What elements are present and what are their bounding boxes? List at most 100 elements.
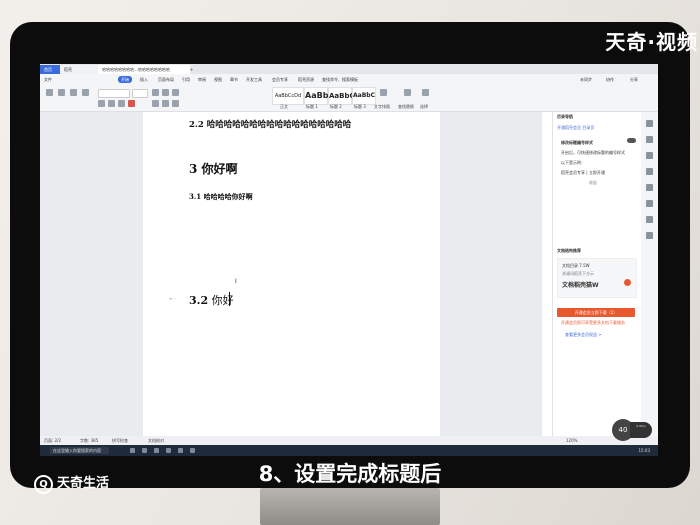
font-color-icon[interactable] — [128, 100, 135, 107]
recommend-card[interactable]: 文档目录 7.5W 关键词稻壳下方示 文档稻壳猫W — [557, 258, 637, 298]
menu-review[interactable]: 审阅 — [198, 74, 206, 85]
style-heading-3[interactable]: AaBbC — [352, 87, 376, 105]
heading-3-2-text: 你好 — [211, 294, 234, 307]
heading-3-1[interactable]: 3.1 哈哈哈哈你好啊 — [189, 192, 253, 202]
panel-link[interactable]: 开通稻壳会员 目录页 — [557, 125, 594, 131]
find-replace-label: 查找替换 — [398, 104, 414, 109]
download-button[interactable]: 开通会员立即下载（1） — [557, 308, 635, 317]
card-subtitle: 关键词稻壳下方示 — [562, 271, 594, 276]
ribbon: AaBbCcDd 正文 AaBb 标题 1 AaBbC 标题 2 AaBbC 标… — [40, 85, 658, 112]
edge-icon[interactable] — [142, 448, 147, 453]
text-icon[interactable] — [646, 232, 653, 239]
menu-member[interactable]: 会员专享 — [272, 74, 288, 85]
app-icon[interactable] — [190, 448, 195, 453]
bullets-icon[interactable] — [152, 89, 159, 96]
member-warning: 开通会员即可享受更多文档下载服务 — [561, 320, 625, 325]
card-main: 文档稻壳猫W — [562, 282, 599, 289]
style-heading-3-label: 标题 3 — [354, 104, 366, 109]
align-center-icon[interactable] — [162, 100, 169, 107]
indent-icon[interactable] — [172, 89, 179, 96]
menu-docer[interactable]: 稻壳资源 — [298, 74, 314, 85]
monitor-stand — [260, 488, 440, 525]
heading-2-2[interactable]: 2.2 哈哈哈哈哈哈哈哈哈哈哈哈哈哈哈哈哈 — [189, 118, 351, 130]
paste-icon[interactable] — [46, 89, 53, 96]
spell-check[interactable]: 拼写检查 — [112, 436, 128, 445]
page-count: 页面: 2/2 — [44, 438, 62, 443]
more-benefits-link[interactable]: 查看更多会员权益 > — [565, 332, 602, 338]
zoom-level[interactable]: 120% — [566, 436, 577, 445]
ibeam-cursor-icon: I — [235, 278, 237, 285]
sync-status[interactable]: 未同步 — [580, 74, 592, 85]
style-normal[interactable]: AaBbCcDd — [272, 87, 304, 105]
collaborate-button[interactable]: 协作 — [606, 74, 614, 85]
bold-icon[interactable] — [98, 100, 105, 107]
screen: 首页 稻壳 哈哈哈哈哈哈哈哈...哈哈哈哈哈哈哈哈 + 文件 开始 插入 页面布… — [40, 64, 658, 456]
heading-3[interactable]: 3 你好啊 — [189, 160, 238, 177]
heading-number-option: 修改标题编号样式 — [561, 140, 593, 145]
menu-insert[interactable]: 插入 — [140, 74, 148, 85]
heading-3-2-number: 3.2 — [189, 294, 209, 307]
heading-number-toggle[interactable] — [627, 138, 636, 143]
select-label: 选择 — [420, 104, 428, 109]
text-caret — [229, 292, 230, 306]
card-title: 文档目录 7.5W — [562, 263, 590, 268]
menu-home[interactable]: 开始 — [118, 76, 132, 83]
video-watermark: 天奇·视频 — [605, 30, 698, 54]
new-tab-button[interactable]: + — [186, 65, 200, 74]
member-hint: 稻壳会员专享 | 立即开通 — [561, 170, 605, 175]
navigation-icon[interactable] — [646, 120, 653, 127]
menu-section[interactable]: 章节 — [230, 74, 238, 85]
font-size-select[interactable] — [132, 89, 148, 98]
copy-icon[interactable] — [70, 89, 77, 96]
explorer-icon[interactable] — [154, 448, 159, 453]
command-search[interactable]: 查找命令、搜索模板 — [322, 74, 358, 85]
brand-label: Q 天奇生活 — [34, 472, 109, 494]
backup-icon[interactable] — [646, 184, 653, 191]
find-replace-icon[interactable] — [404, 89, 411, 96]
italic-icon[interactable] — [108, 100, 115, 107]
section-title: 文档结构推荐 — [557, 248, 581, 253]
wps-icon[interactable] — [178, 448, 183, 453]
underline-icon[interactable] — [118, 100, 125, 107]
doc-proofread[interactable]: 文档校对 — [148, 436, 164, 445]
taskbar-search[interactable]: 在这里输入你要搜索的内容 — [50, 447, 109, 454]
select-icon[interactable] — [422, 89, 429, 96]
select-mode-icon[interactable] — [646, 152, 653, 159]
menu-bar: 文件 开始 插入 页面布局 引用 审阅 视图 章节 开发工具 会员专享 稻壳资源… — [40, 74, 658, 85]
align-left-icon[interactable] — [152, 100, 159, 107]
cut-icon[interactable] — [58, 89, 65, 96]
task-view-icon[interactable] — [130, 448, 135, 453]
help-icon[interactable] — [646, 216, 653, 223]
text-layout-icon[interactable] — [380, 89, 387, 96]
tab-bar: 首页 稻壳 哈哈哈哈哈哈哈哈...哈哈哈哈哈哈哈哈 + — [40, 64, 658, 74]
align-right-icon[interactable] — [172, 100, 179, 107]
font-family-select[interactable] — [98, 89, 130, 98]
menu-layout[interactable]: 页面布局 — [158, 74, 174, 85]
brand-name: 天奇生活 — [57, 476, 110, 491]
style-heading-2[interactable]: AaBbC — [328, 87, 355, 105]
numbering-icon[interactable] — [162, 89, 169, 96]
share-icon[interactable] — [646, 200, 653, 207]
example-label: 以下是示例： — [561, 160, 585, 165]
paragraph-mark: ≡ · — [169, 296, 175, 301]
properties-icon[interactable] — [646, 168, 653, 175]
taskbar: 在这里输入你要搜索的内容 15:03 — [40, 445, 658, 456]
taskbar-clock: 15:03 — [638, 448, 650, 453]
style-heading-1[interactable]: AaBb — [304, 87, 328, 105]
store-icon[interactable] — [166, 448, 171, 453]
menu-view[interactable]: 视图 — [214, 74, 222, 85]
menu-references[interactable]: 引用 — [182, 74, 190, 85]
status-bar: 页面: 2/2 字数: 385 拼写检查 文档校对 120% — [40, 436, 658, 445]
heading-3-2[interactable]: 3.2 你好 — [189, 292, 234, 308]
panel-title: 目录导航 — [557, 114, 573, 119]
share-button[interactable]: 分享 — [630, 74, 638, 85]
menu-file[interactable]: 文件 — [44, 74, 52, 85]
style-icon[interactable] — [646, 136, 653, 143]
word-count[interactable]: 字数: 385 — [80, 436, 98, 445]
brand-logo-icon: Q — [34, 475, 53, 494]
format-painter-icon[interactable] — [82, 89, 89, 96]
document-page[interactable]: 2.2 哈哈哈哈哈哈哈哈哈哈哈哈哈哈哈哈哈 3 你好啊 3.1 哈哈哈哈你好啊 … — [143, 112, 440, 436]
menu-developer[interactable]: 开发工具 — [246, 74, 262, 85]
document-area: 2.2 哈哈哈哈哈哈哈哈哈哈哈哈哈哈哈哈哈 3 你好啊 3.1 哈哈哈哈你好啊 … — [40, 112, 542, 436]
tab-document[interactable]: 哈哈哈哈哈哈哈哈...哈哈哈哈哈哈哈哈 — [98, 65, 190, 74]
